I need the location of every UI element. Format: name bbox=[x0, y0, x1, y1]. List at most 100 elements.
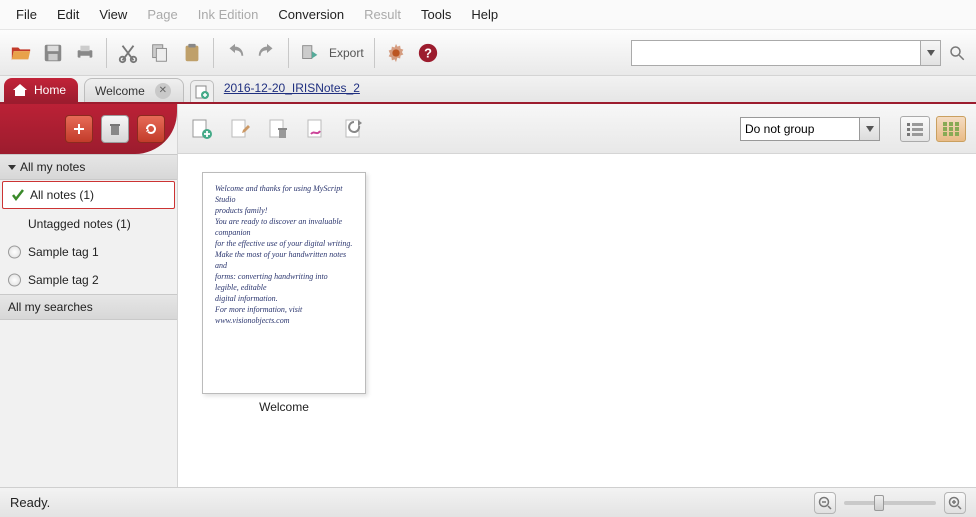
view-list-button[interactable] bbox=[900, 116, 930, 142]
menu-view[interactable]: View bbox=[89, 3, 137, 26]
status-text: Ready. bbox=[10, 495, 50, 510]
sidebar-item-all-notes[interactable]: All notes (1) bbox=[2, 181, 175, 209]
menu-page: Page bbox=[137, 3, 187, 26]
group-dropdown-value: Do not group bbox=[740, 117, 860, 141]
handwriting-line: digital information. bbox=[215, 293, 353, 304]
sidebar: All my notes All notes (1) Untagged note… bbox=[0, 104, 178, 487]
search-box bbox=[631, 40, 970, 66]
note-card[interactable]: Welcome and thanks for using MyScript St… bbox=[202, 172, 366, 414]
open-button[interactable] bbox=[6, 38, 36, 68]
zoom-in-icon bbox=[948, 496, 962, 510]
handwriting-line: forms: converting handwriting into legib… bbox=[215, 271, 353, 293]
view-grid-button[interactable] bbox=[936, 116, 966, 142]
settings-button[interactable] bbox=[381, 38, 411, 68]
toolbar-separator bbox=[374, 38, 375, 68]
save-button[interactable] bbox=[38, 38, 68, 68]
sidebar-delete-button[interactable] bbox=[101, 115, 129, 143]
note-edit-button[interactable] bbox=[226, 115, 254, 143]
help-button[interactable]: ? bbox=[413, 38, 443, 68]
tab-home-label: Home bbox=[34, 83, 66, 97]
toolbar-separator bbox=[288, 38, 289, 68]
close-icon[interactable]: ✕ bbox=[155, 83, 171, 99]
paste-button[interactable] bbox=[177, 38, 207, 68]
notes-area: Welcome and thanks for using MyScript St… bbox=[178, 154, 976, 487]
menu-tools[interactable]: Tools bbox=[411, 3, 461, 26]
cut-button[interactable] bbox=[113, 38, 143, 68]
group-dropdown[interactable]: Do not group bbox=[740, 117, 880, 141]
zoom-in-button[interactable] bbox=[944, 492, 966, 514]
page-trash-icon bbox=[267, 118, 289, 140]
copy-icon bbox=[149, 42, 171, 64]
note-draw-button[interactable] bbox=[302, 115, 330, 143]
tab-strip: Home Welcome ✕ 2016-12-20_IRISNotes_2 bbox=[0, 76, 976, 104]
menu-result: Result bbox=[354, 3, 411, 26]
toolbar-separator bbox=[106, 38, 107, 68]
trash-icon bbox=[108, 122, 122, 136]
printer-icon bbox=[74, 42, 96, 64]
zoom-controls bbox=[814, 492, 966, 514]
save-icon bbox=[42, 42, 64, 64]
zoom-slider[interactable] bbox=[844, 501, 936, 505]
search-dropdown[interactable] bbox=[921, 40, 941, 66]
sidebar-item-sample2[interactable]: Sample tag 2 bbox=[0, 266, 177, 294]
clipboard-icon bbox=[181, 42, 203, 64]
folder-open-icon bbox=[10, 42, 32, 64]
menu-edit[interactable]: Edit bbox=[47, 3, 89, 26]
export-label: Export bbox=[329, 46, 364, 60]
page-pencil-icon bbox=[305, 118, 327, 140]
sidebar-refresh-button[interactable] bbox=[137, 115, 165, 143]
menu-file[interactable]: File bbox=[6, 3, 47, 26]
new-tab-button[interactable] bbox=[190, 80, 214, 102]
scissors-icon bbox=[117, 42, 139, 64]
page-edit-icon bbox=[229, 118, 251, 140]
tab-home[interactable]: Home bbox=[4, 78, 78, 102]
copy-button[interactable] bbox=[145, 38, 175, 68]
export-button[interactable] bbox=[295, 38, 325, 68]
sidebar-item-sample1[interactable]: Sample tag 1 bbox=[0, 238, 177, 266]
page-rotate-icon bbox=[343, 118, 365, 140]
note-rotate-button[interactable] bbox=[340, 115, 368, 143]
menu-conversion[interactable]: Conversion bbox=[268, 3, 354, 26]
export-icon bbox=[299, 42, 321, 64]
redo-icon bbox=[256, 42, 278, 64]
search-input[interactable] bbox=[631, 40, 921, 66]
zoom-slider-thumb[interactable] bbox=[874, 495, 884, 511]
sidebar-header-notes[interactable]: All my notes bbox=[0, 154, 177, 180]
zoom-out-icon bbox=[818, 496, 832, 510]
plus-icon bbox=[72, 122, 86, 136]
search-go-button[interactable] bbox=[944, 40, 970, 66]
sidebar-header-searches[interactable]: All my searches bbox=[0, 294, 177, 320]
check-icon bbox=[11, 188, 25, 202]
redo-button[interactable] bbox=[252, 38, 282, 68]
radio-icon bbox=[8, 274, 21, 287]
sidebar-item-untagged[interactable]: Untagged notes (1) bbox=[0, 210, 177, 238]
tab-welcome[interactable]: Welcome ✕ bbox=[84, 78, 184, 102]
content-pane: Do not group Welcome and thanks for usin… bbox=[178, 104, 976, 487]
note-delete-button[interactable] bbox=[264, 115, 292, 143]
main-toolbar: Export ? bbox=[0, 30, 976, 76]
note-thumbnail: Welcome and thanks for using MyScript St… bbox=[202, 172, 366, 394]
help-icon: ? bbox=[417, 42, 439, 64]
undo-button[interactable] bbox=[220, 38, 250, 68]
print-button[interactable] bbox=[70, 38, 100, 68]
zoom-out-button[interactable] bbox=[814, 492, 836, 514]
content-toolbar: Do not group bbox=[178, 104, 976, 154]
gear-icon bbox=[385, 42, 407, 64]
chevron-down-icon bbox=[860, 117, 880, 141]
sidebar-add-button[interactable] bbox=[65, 115, 93, 143]
undo-icon bbox=[224, 42, 246, 64]
tab-welcome-label: Welcome bbox=[95, 84, 145, 98]
chevron-down-icon bbox=[927, 50, 935, 56]
radio-icon bbox=[8, 246, 21, 259]
grid-icon bbox=[943, 122, 959, 136]
status-bar: Ready. bbox=[0, 487, 976, 517]
toolbar-separator bbox=[213, 38, 214, 68]
menu-bar: File Edit View Page Ink Edition Conversi… bbox=[0, 0, 976, 30]
chevron-down-icon bbox=[8, 163, 16, 171]
magnifier-icon bbox=[948, 44, 966, 62]
refresh-icon bbox=[144, 122, 158, 136]
note-new-button[interactable] bbox=[188, 115, 216, 143]
menu-help[interactable]: Help bbox=[461, 3, 508, 26]
svg-text:?: ? bbox=[424, 45, 432, 60]
recent-document-link[interactable]: 2016-12-20_IRISNotes_2 bbox=[224, 81, 360, 95]
